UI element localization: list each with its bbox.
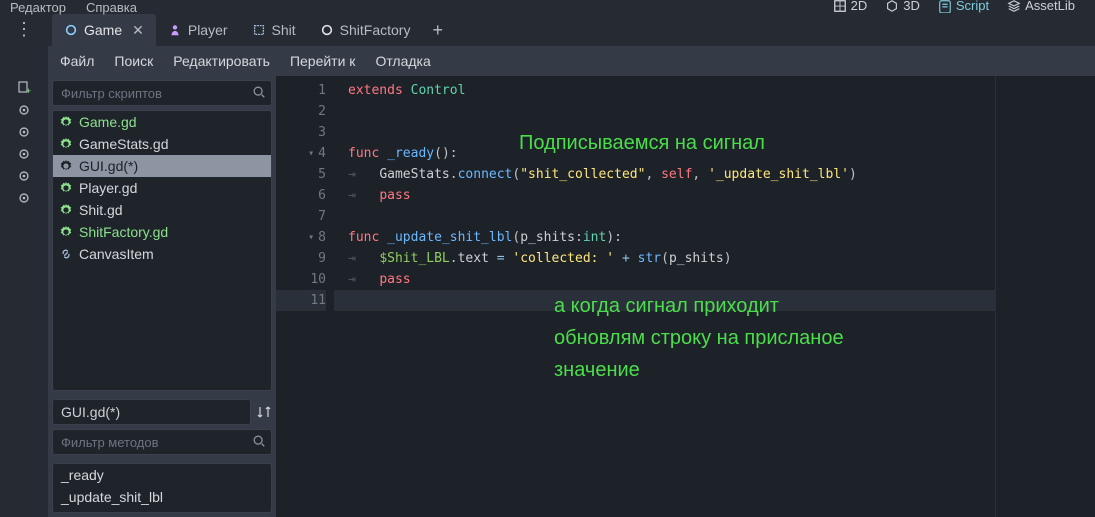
visibility-icon[interactable]: [16, 168, 32, 184]
line-number[interactable]: 2: [276, 101, 326, 122]
gear-icon: [59, 159, 73, 173]
minimap[interactable]: [995, 76, 1095, 517]
assetlib-icon: [1007, 0, 1021, 13]
add-script-icon[interactable]: +: [16, 80, 32, 96]
filter-scripts-input[interactable]: [52, 80, 272, 106]
line-number[interactable]: 6: [276, 185, 326, 206]
visibility-icon[interactable]: [16, 102, 32, 118]
view-script-button[interactable]: Script: [932, 0, 995, 15]
scene-tab-player[interactable]: Player: [156, 14, 240, 46]
script-label: GameStats.gd: [79, 136, 169, 152]
tab-label: Player: [188, 22, 228, 38]
tab-label: ShitFactory: [340, 22, 411, 38]
gear-icon: [59, 181, 73, 195]
code-editor[interactable]: 123▾4567▾891011 Подписываемся на сигнал …: [276, 76, 1095, 517]
script-item[interactable]: Player.gd: [53, 177, 271, 199]
node-icon: [64, 23, 78, 37]
line-number[interactable]: 9: [276, 248, 326, 269]
menu-help[interactable]: Справка: [86, 0, 137, 15]
code-line[interactable]: ⇥ pass: [334, 185, 995, 206]
view-3d-button[interactable]: 3D: [879, 0, 926, 15]
script-label: Shit.gd: [79, 202, 123, 218]
dock-menu-icon[interactable]: ⋮: [15, 20, 33, 38]
gear-icon: [59, 115, 73, 129]
node-icon: [168, 23, 182, 37]
scene-tab-game[interactable]: Game ✕: [52, 14, 156, 46]
visibility-icon[interactable]: [16, 190, 32, 206]
line-number[interactable]: ▾4: [276, 143, 326, 164]
script-item[interactable]: GameStats.gd: [53, 133, 271, 155]
method-item[interactable]: _ready: [53, 464, 271, 486]
line-number[interactable]: 1: [276, 80, 326, 101]
current-script-input[interactable]: [52, 399, 251, 425]
code-line[interactable]: func _update_shit_lbl(p_shits:int):: [334, 227, 995, 248]
view-assetlib-button[interactable]: AssetLib: [1001, 0, 1081, 15]
script-item[interactable]: Game.gd: [53, 111, 271, 133]
search-icon[interactable]: [252, 434, 266, 448]
code-line[interactable]: func _ready():: [334, 143, 995, 164]
code-line[interactable]: ⇥ $Shit_LBL.text = 'collected: ' + str(p…: [334, 248, 995, 269]
scene-tab-shit[interactable]: Shit: [240, 14, 308, 46]
search-icon[interactable]: [252, 85, 266, 99]
script-label: GUI.gd(*): [79, 158, 138, 174]
close-icon[interactable]: ✕: [132, 22, 144, 39]
visibility-icon[interactable]: [16, 124, 32, 140]
left-dock: ⋮ +: [0, 14, 48, 517]
code-line[interactable]: ⇥ pass: [334, 269, 995, 290]
code-line[interactable]: [334, 122, 995, 143]
code-line[interactable]: [334, 206, 995, 227]
menu-editor[interactable]: Редактор: [10, 0, 66, 15]
gear-icon: [59, 137, 73, 151]
line-number[interactable]: 3: [276, 122, 326, 143]
node-icon: [320, 23, 334, 37]
menu-debug[interactable]: Отладка: [375, 53, 430, 69]
2d-icon: [833, 0, 847, 13]
line-number[interactable]: 7: [276, 206, 326, 227]
node-icon: [252, 23, 266, 37]
menu-goto[interactable]: Перейти к: [290, 53, 356, 69]
tab-label: Shit: [272, 22, 296, 38]
script-menubar: Файл Поиск Редактировать Перейти к Отлад…: [48, 46, 1095, 76]
method-list[interactable]: _ready_update_shit_lbl: [52, 463, 272, 513]
script-label: ShitFactory.gd: [79, 224, 168, 240]
view-2d-button[interactable]: 2D: [827, 0, 874, 15]
link-icon: [59, 247, 73, 261]
scene-tab-shitfactory[interactable]: ShitFactory: [308, 14, 423, 46]
script-item[interactable]: Shit.gd: [53, 199, 271, 221]
script-list[interactable]: Game.gd GameStats.gd GUI.gd(*) Player.gd Shi…: [52, 110, 272, 391]
menu-file[interactable]: Файл: [60, 53, 94, 69]
code-line[interactable]: [334, 290, 995, 311]
method-item[interactable]: _update_shit_lbl: [53, 486, 271, 508]
svg-text:+: +: [26, 86, 31, 96]
gear-icon: [59, 225, 73, 239]
code-line[interactable]: ⇥ GameStats.connect("shit_collected", se…: [334, 164, 995, 185]
line-number[interactable]: 10: [276, 269, 326, 290]
menu-edit[interactable]: Редактировать: [173, 53, 270, 69]
script-panel: Game.gd GameStats.gd GUI.gd(*) Player.gd Shi…: [48, 76, 276, 517]
3d-icon: [885, 0, 899, 13]
top-menubar: Редактор Справка 2D 3D Script AssetLib: [0, 0, 1095, 14]
script-item[interactable]: CanvasItem: [53, 243, 271, 265]
scene-tabs: Game ✕ Player Shit ShitFactory +: [48, 14, 1095, 46]
fold-arrow-icon[interactable]: ▾: [308, 227, 314, 248]
fold-arrow-icon[interactable]: ▾: [308, 143, 314, 164]
gear-icon: [59, 203, 73, 217]
script-label: CanvasItem: [79, 246, 154, 262]
add-tab-button[interactable]: +: [422, 14, 453, 46]
code-line[interactable]: [334, 101, 995, 122]
script-icon: [938, 0, 952, 13]
line-number[interactable]: 5: [276, 164, 326, 185]
menu-search[interactable]: Поиск: [114, 53, 153, 69]
sort-button[interactable]: [255, 399, 272, 425]
script-item[interactable]: ShitFactory.gd: [53, 221, 271, 243]
script-item[interactable]: GUI.gd(*): [53, 155, 271, 177]
script-label: Game.gd: [79, 114, 137, 130]
visibility-icon[interactable]: [16, 146, 32, 162]
line-number[interactable]: 11: [276, 290, 326, 311]
script-label: Player.gd: [79, 180, 137, 196]
filter-methods-input[interactable]: [52, 429, 272, 455]
tab-label: Game: [84, 22, 122, 38]
line-number[interactable]: ▾8: [276, 227, 326, 248]
code-line[interactable]: extends Control: [334, 80, 995, 101]
